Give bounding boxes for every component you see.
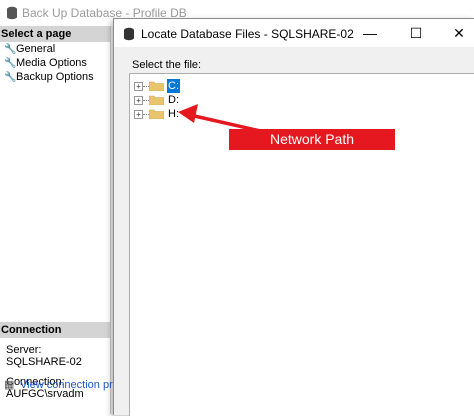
annotation-arrow [178,104,267,134]
network-path-callout: Network Path [229,129,395,150]
